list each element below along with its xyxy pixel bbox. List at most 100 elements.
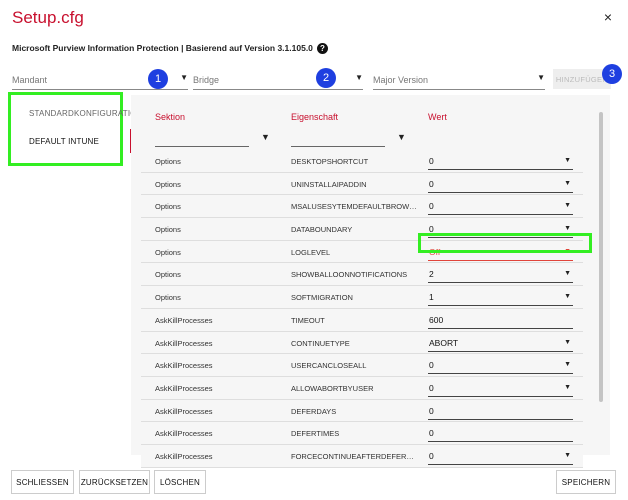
- cell-value: 600: [429, 314, 444, 325]
- reset-button[interactable]: ZURÜCKSETZEN: [79, 470, 150, 494]
- cell-section: Options: [155, 247, 181, 257]
- cell-value: 1: [429, 292, 434, 303]
- cell-section: Options: [155, 293, 181, 303]
- cell-section: AskKillProcesses: [155, 406, 213, 416]
- cell-property: DESKTOPSHORTCUT: [291, 157, 369, 166]
- eigenschaft-filter-input[interactable]: [291, 146, 385, 147]
- value-select[interactable]: 0 ▼: [428, 381, 573, 397]
- value-select[interactable]: 0 ▼: [428, 358, 573, 375]
- cell-section: Options: [155, 202, 181, 212]
- table-body: Options DESKTOPSHORTCUT 0 ▼ Options UNINSTALL…: [141, 150, 583, 468]
- chevron-down-icon: ▼: [564, 451, 571, 459]
- cell-section: AskKillProcesses: [155, 361, 213, 371]
- subtitle-text: Microsoft Purview Information Protection…: [12, 43, 313, 53]
- cell-property: USERCANCLOSEALL: [291, 361, 367, 371]
- cell-property: DATABOUNDARY: [291, 225, 353, 235]
- sidebar: STANDARDKONFIGURATION DEFAULT INTUNE: [8, 92, 142, 166]
- cell-property: ALLOWABORTBYUSER: [291, 383, 374, 393]
- annotation-badge-3: 3: [602, 64, 622, 84]
- mandant-select-label: Mandant: [12, 75, 48, 85]
- table-row: AskKillProcesses FORCECONTINUEAFTERDEFER……: [141, 444, 583, 468]
- sidebar-item-standardkonfiguration[interactable]: STANDARDKONFIGURATION: [29, 109, 143, 118]
- cell-property: TIMEOUT: [291, 315, 325, 325]
- column-header-eigenschaft[interactable]: Eigenschaft: [291, 112, 338, 122]
- cell-value: 0: [429, 156, 434, 166]
- value-select[interactable]: 1 ▼: [428, 290, 573, 307]
- table-row: Options MSALUSESYTEMDEFAULTBROW… 0 ▼: [141, 195, 583, 219]
- cell-section: AskKillProcesses: [155, 451, 213, 461]
- dialog-subtitle: Microsoft Purview Information Protection…: [12, 43, 328, 55]
- value-select[interactable]: 2 ▼: [428, 267, 573, 284]
- cell-property: SHOWBALLOONNOTIFICATIONS: [291, 270, 408, 280]
- value-input[interactable]: 0: [428, 426, 573, 443]
- bridge-select-label: Bridge: [193, 75, 220, 85]
- cell-property: FORCECONTINUEAFTERDEFER…: [291, 451, 414, 461]
- cell-value: 0: [429, 428, 434, 439]
- chevron-down-icon: ▼: [537, 73, 545, 82]
- save-button[interactable]: SPEICHERN: [556, 470, 616, 494]
- cell-value: ABORT: [429, 337, 459, 348]
- sidebar-item-default-intune[interactable]: DEFAULT INTUNE: [29, 137, 99, 146]
- cell-section: Options: [155, 179, 181, 189]
- value-select[interactable]: 0 ▼: [428, 199, 573, 216]
- cell-value: 0: [429, 178, 434, 189]
- value-select[interactable]: 0 ▼: [428, 154, 573, 170]
- chevron-down-icon: ▼: [564, 361, 571, 369]
- filter-icon[interactable]: ▼: [397, 132, 406, 142]
- cell-property: DEFERDAYS: [291, 406, 337, 416]
- delete-button[interactable]: LÖSCHEN: [154, 470, 206, 494]
- cell-section: AskKillProcesses: [155, 429, 213, 439]
- cell-value: 0: [429, 382, 434, 393]
- cell-property: DEFERTIMES: [291, 429, 340, 439]
- major-version-select-label: Major Version: [373, 75, 429, 85]
- highlight-box: [418, 233, 592, 253]
- table-row: AskKillProcesses DEFERTIMES 0: [141, 422, 583, 445]
- chevron-down-icon: ▼: [180, 73, 188, 82]
- cell-value: 0: [429, 450, 434, 461]
- close-icon[interactable]: ×: [601, 9, 615, 25]
- annotation-badge-2: 2: [316, 68, 336, 88]
- cell-value: 0: [429, 201, 434, 212]
- chevron-down-icon: ▼: [355, 73, 363, 82]
- cell-section: Options: [155, 270, 181, 280]
- cell-value: 0: [429, 360, 434, 371]
- vertical-scrollbar[interactable]: [599, 112, 603, 402]
- cell-property: UNINSTALLAIPADDIN: [291, 179, 367, 189]
- annotation-badge-1: 1: [148, 69, 168, 89]
- chevron-down-icon: ▼: [564, 383, 571, 391]
- table-row: AskKillProcesses TIMEOUT 600: [141, 308, 583, 332]
- value-input[interactable]: 0: [428, 404, 573, 420]
- chevron-down-icon: ▼: [564, 338, 571, 346]
- column-header-wert[interactable]: Wert: [428, 112, 447, 122]
- value-select[interactable]: 0 ▼: [428, 177, 573, 193]
- table-row: AskKillProcesses CONTINUETYPE ABORT ▼: [141, 331, 583, 355]
- cell-value: 0: [429, 405, 434, 416]
- help-icon[interactable]: ?: [316, 43, 328, 55]
- chevron-down-icon: ▼: [564, 202, 571, 210]
- bridge-select[interactable]: Bridge ▼: [193, 67, 363, 90]
- cell-section: AskKillProcesses: [155, 338, 213, 348]
- cell-property: CONTINUETYPE: [291, 338, 350, 348]
- table-row: AskKillProcesses USERCANCLOSEALL 0 ▼: [141, 354, 583, 377]
- chevron-down-icon: ▼: [564, 225, 571, 233]
- close-button[interactable]: SCHLIESSEN: [11, 470, 74, 494]
- chevron-down-icon: ▼: [564, 179, 571, 187]
- value-select[interactable]: ABORT ▼: [428, 336, 573, 352]
- cell-property: SOFTMIGRATION: [291, 293, 353, 303]
- chevron-down-icon: ▼: [564, 157, 571, 164]
- cell-section: AskKillProcesses: [155, 315, 213, 325]
- table-row: Options DESKTOPSHORTCUT 0 ▼: [141, 150, 583, 173]
- major-version-select[interactable]: Major Version ▼: [373, 67, 545, 90]
- cell-property: LOGLEVEL: [291, 247, 331, 257]
- filter-icon[interactable]: ▼: [261, 132, 270, 142]
- chevron-down-icon: ▼: [564, 270, 571, 278]
- cell-property: MSALUSESYTEMDEFAULTBROW…: [291, 202, 417, 212]
- value-input[interactable]: 600: [428, 313, 573, 329]
- table-row: AskKillProcesses ALLOWABORTBYUSER 0 ▼: [141, 376, 583, 400]
- value-select[interactable]: 0 ▼: [428, 449, 573, 465]
- column-header-sektion[interactable]: Sektion: [155, 112, 185, 122]
- chevron-down-icon: ▼: [564, 293, 571, 301]
- cell-section: Options: [155, 225, 181, 235]
- sektion-filter-input[interactable]: [155, 146, 249, 147]
- cell-section: AskKillProcesses: [155, 383, 213, 393]
